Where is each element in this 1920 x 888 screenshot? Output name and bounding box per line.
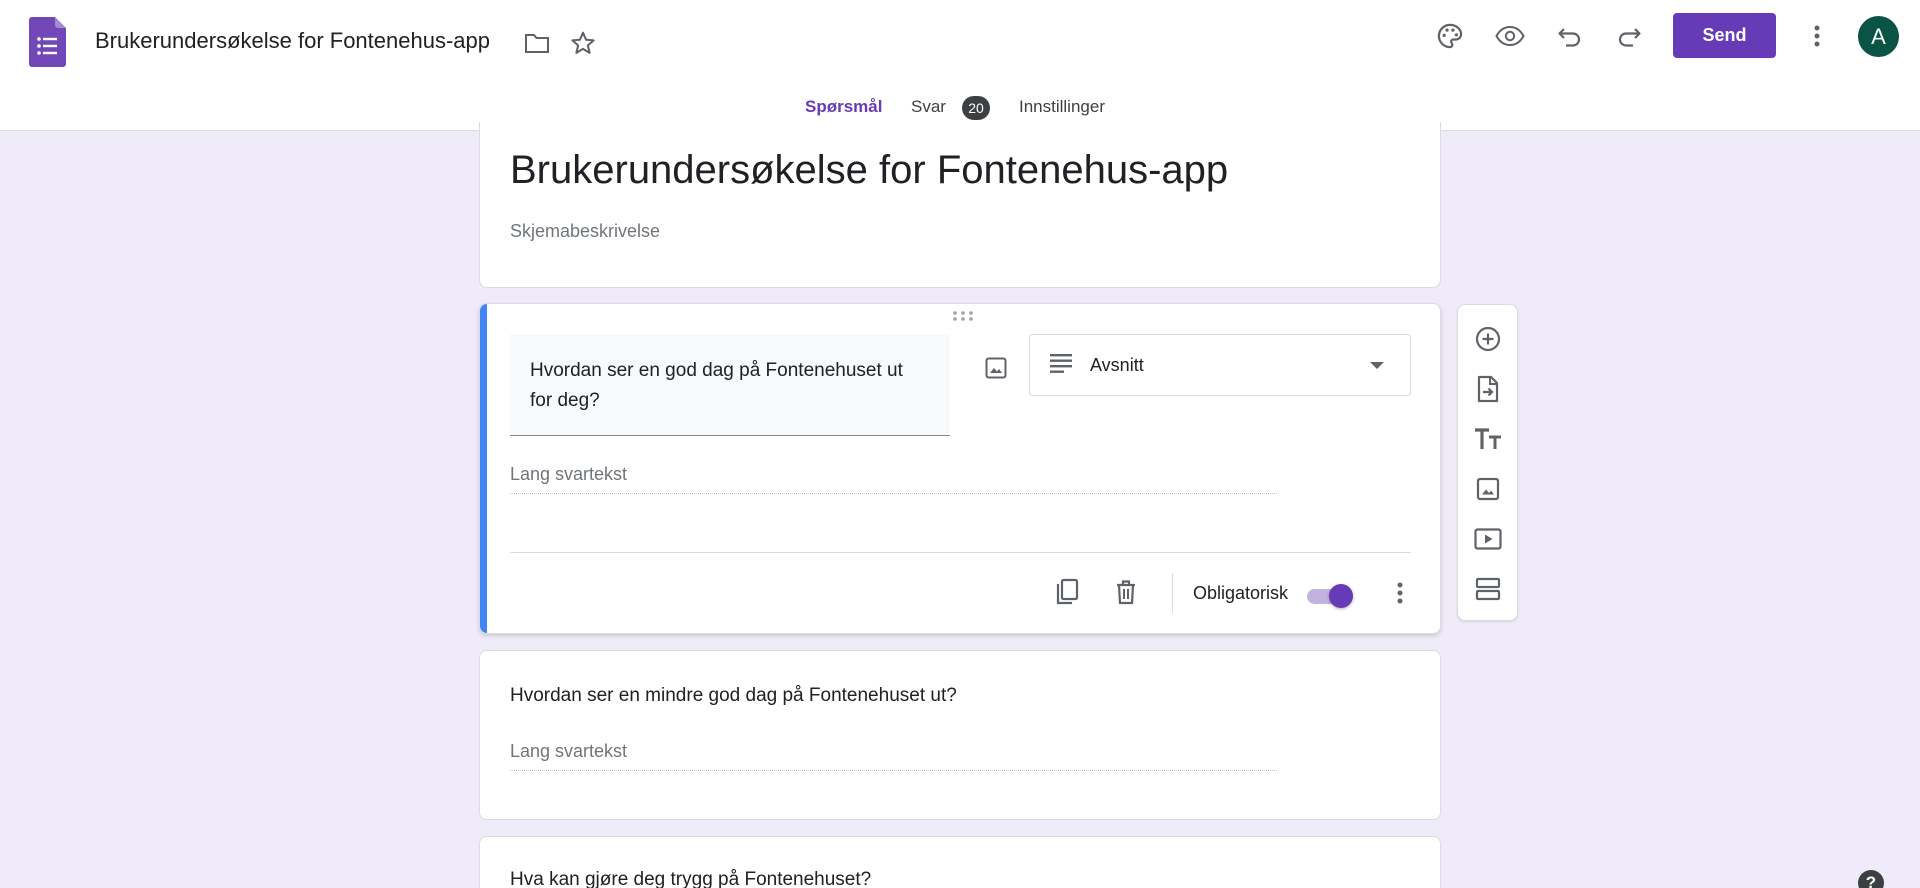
form-title[interactable]: Brukerundersøkelse for Fontenehus-app: [510, 148, 1228, 193]
document-title[interactable]: Brukerundersøkelse for Fontenehus-app: [95, 28, 490, 54]
tab-settings[interactable]: Innstillinger: [1019, 97, 1105, 117]
add-image-icon[interactable]: [976, 348, 1016, 388]
footer-separator: [1172, 573, 1173, 613]
question-title-input[interactable]: Hvordan ser en god dag på Fontenehuset u…: [510, 334, 950, 436]
star-icon[interactable]: [565, 25, 601, 61]
palette-icon[interactable]: [1432, 18, 1468, 54]
form-description-field[interactable]: Skjemabeskrivelse: [510, 221, 660, 242]
folder-icon[interactable]: [519, 25, 555, 61]
long-answer-placeholder: Lang svartekst: [510, 741, 1277, 771]
required-toggle[interactable]: [1305, 584, 1353, 608]
help-button[interactable]: ?: [1858, 870, 1884, 888]
responses-count-badge: 20: [962, 96, 990, 120]
tab-questions[interactable]: Spørsmål: [805, 97, 882, 117]
redo-icon[interactable]: [1611, 18, 1647, 54]
top-bar: Brukerundersøkelse for Fontenehus-app Se…: [0, 0, 1920, 131]
add-section-icon[interactable]: [1468, 569, 1508, 609]
long-answer-placeholder: Lang svartekst: [510, 464, 1277, 494]
required-label: Obligatorisk: [1193, 583, 1289, 603]
card-divider: [510, 552, 1411, 553]
preview-eye-icon[interactable]: [1492, 18, 1528, 54]
active-question-indicator: [480, 304, 487, 633]
question-card-active[interactable]: Hvordan ser en god dag på Fontenehuset u…: [479, 303, 1441, 634]
import-questions-icon[interactable]: [1468, 369, 1508, 409]
chevron-down-icon: [1370, 362, 1384, 369]
toggle-thumb: [1329, 584, 1353, 608]
delete-icon[interactable]: [1106, 572, 1146, 612]
side-toolbar: [1457, 304, 1518, 621]
form-header-card: Brukerundersøkelse for Fontenehus-app Sk…: [479, 122, 1441, 288]
question-title: Hvordan ser en mindre god dag på Fontene…: [510, 685, 957, 706]
forms-logo-icon[interactable]: [29, 17, 66, 67]
question-title: Hva kan gjøre deg trygg på Fontenehuset?: [510, 869, 872, 888]
duplicate-icon[interactable]: [1046, 572, 1086, 612]
question-type-label: Avsnitt: [1090, 355, 1144, 375]
add-video-icon[interactable]: [1468, 519, 1508, 559]
add-title-icon[interactable]: [1468, 419, 1508, 459]
question-card[interactable]: Hva kan gjøre deg trygg på Fontenehuset?: [479, 836, 1441, 888]
add-question-icon[interactable]: [1468, 319, 1508, 359]
question-type-dropdown[interactable]: Avsnitt: [1029, 334, 1411, 396]
drag-handle-icon[interactable]: [952, 310, 974, 322]
account-avatar[interactable]: A: [1858, 16, 1899, 57]
question-more-vert-icon[interactable]: [1380, 573, 1420, 613]
send-button[interactable]: Send: [1673, 13, 1776, 58]
undo-icon[interactable]: [1552, 18, 1588, 54]
more-vert-icon[interactable]: [1799, 18, 1835, 54]
add-image-icon[interactable]: [1468, 469, 1508, 509]
question-card[interactable]: Hvordan ser en mindre god dag på Fontene…: [479, 650, 1441, 820]
paragraph-lines-icon: [1050, 354, 1072, 373]
tab-responses[interactable]: Svar: [911, 97, 946, 117]
